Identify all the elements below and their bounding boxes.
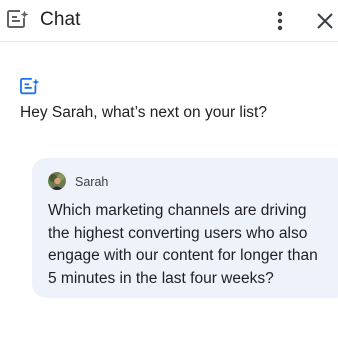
chat-spark-icon xyxy=(20,78,40,96)
user-message-bubble: Sarah Which marketing channels are drivi… xyxy=(32,158,338,298)
close-button[interactable] xyxy=(312,8,338,34)
page-title: Chat xyxy=(40,9,81,30)
more-options-button[interactable] xyxy=(268,8,292,34)
user-avatar xyxy=(48,172,66,190)
chat-spark-icon xyxy=(7,10,29,30)
user-message-text: Which marketing channels are driving the… xyxy=(48,202,318,287)
more-vert-icon xyxy=(277,11,283,31)
assistant-greeting: Hey Sarah, what’s next on your list? xyxy=(20,104,267,121)
sender-name: Sarah xyxy=(75,175,109,189)
close-icon xyxy=(317,13,333,29)
chat-header: Chat xyxy=(0,0,338,42)
